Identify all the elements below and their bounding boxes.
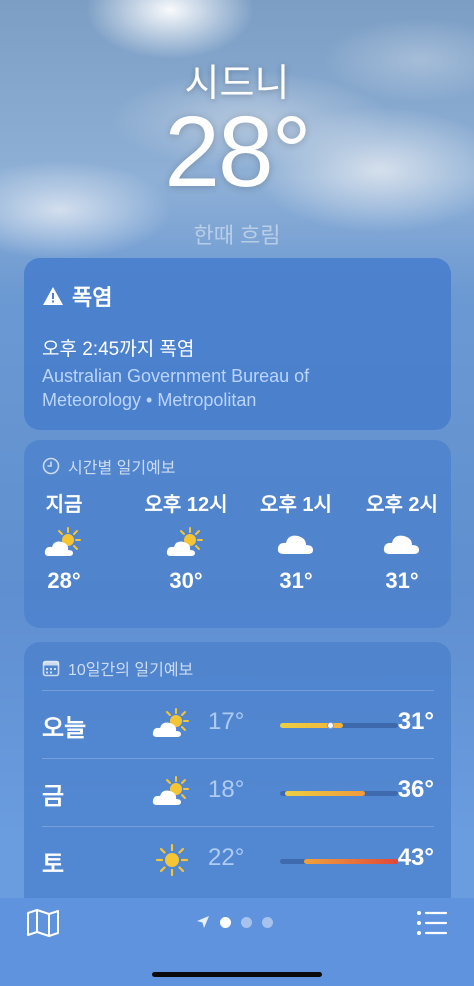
partly-sunny-icon xyxy=(44,527,81,556)
clock-icon xyxy=(42,457,60,475)
page-indicator[interactable] xyxy=(196,914,286,930)
page-dot xyxy=(241,916,252,928)
daily-title: 10일간의 일기예보 xyxy=(68,662,194,679)
alert-source: Australian Government Bureau of Meteorol… xyxy=(42,364,432,412)
row-divider xyxy=(42,826,434,827)
alert-message: 오후 2:45까지 폭염 xyxy=(42,339,195,360)
hour-temp: 31° xyxy=(279,568,313,593)
low-temp: 18° xyxy=(208,776,245,803)
sun-icon xyxy=(155,843,189,877)
high-temp: 43° xyxy=(397,844,434,871)
alert-source-line-1: Australian Government Bureau of xyxy=(42,366,310,386)
partly-sunny-icon xyxy=(166,527,203,556)
day-label: 오늘 xyxy=(42,715,87,742)
weather-alert-card[interactable]: 폭염 오후 2:45까지 폭염 Australian Government Bu… xyxy=(24,258,451,430)
hour-item: 오후 12시 30° xyxy=(136,488,236,594)
hour-time: 지금 xyxy=(45,494,83,516)
hour-time: 오후 12시 xyxy=(144,494,228,516)
temp-range-fill xyxy=(303,859,398,864)
hour-time: 오후 2시 xyxy=(366,494,438,516)
map-icon[interactable] xyxy=(26,908,60,938)
location-arrow-icon xyxy=(197,916,209,928)
low-temp: 22° xyxy=(208,844,245,871)
hour-item: 오후 1시 31° xyxy=(246,488,346,594)
alert-title-text: 폭염 xyxy=(72,285,113,310)
ten-day-forecast-card[interactable]: 10일간의 일기예보 오늘 17° 31° 금 18° 36° 토 22° 43… xyxy=(24,642,451,912)
hourly-title: 시간별 일기예보 xyxy=(68,460,176,477)
hourly-forecast-card[interactable]: 시간별 일기예보 지금 28° 오후 12시 30° 오후 1시 31° 오후 … xyxy=(24,440,451,628)
cloud-icon xyxy=(277,535,313,554)
list-icon[interactable] xyxy=(416,910,448,936)
temp-range-bar xyxy=(280,722,398,729)
day-label: 토 xyxy=(42,851,65,878)
hour-item: 지금 28° xyxy=(24,488,114,594)
row-divider xyxy=(42,758,434,759)
temp-range-bar xyxy=(280,859,398,864)
low-temp: 17° xyxy=(208,708,245,735)
hour-time: 오후 1시 xyxy=(260,494,332,516)
day-row[interactable]: 오늘 17° 31° xyxy=(42,690,434,758)
calendar-icon xyxy=(42,660,60,677)
home-indicator[interactable] xyxy=(152,972,322,977)
page-dot xyxy=(262,916,273,928)
partly-sunny-icon xyxy=(152,708,189,737)
hour-temp: 28° xyxy=(47,568,81,593)
condition-text: 한때 흐림 xyxy=(193,223,281,248)
hour-item: 오후 2시 31° xyxy=(352,488,451,594)
alert-title: 폭염 xyxy=(42,280,112,312)
high-temp: 36° xyxy=(397,776,434,803)
partly-sunny-icon xyxy=(152,776,189,805)
hour-temp: 31° xyxy=(385,568,419,593)
hourly-strip[interactable]: 지금 28° 오후 12시 30° 오후 1시 31° 오후 2시 31° xyxy=(24,488,451,618)
temp-range-bar xyxy=(280,791,398,796)
page-dot-active xyxy=(220,916,231,928)
high-temp: 31° xyxy=(397,708,434,735)
day-row[interactable]: 토 22° 43° xyxy=(42,826,434,894)
warning-triangle-icon xyxy=(43,287,63,305)
day-label: 금 xyxy=(42,783,65,810)
hour-temp: 30° xyxy=(169,568,203,593)
row-divider xyxy=(42,690,434,691)
cloud-icon xyxy=(383,535,419,554)
alert-source-line-2: Meteorology • Metropolitan xyxy=(42,390,257,410)
current-temp-marker xyxy=(326,722,334,729)
daily-header: 10일간의 일기예보 xyxy=(42,656,193,680)
current-temperature: 28° xyxy=(164,96,311,208)
temp-range-fill xyxy=(284,791,365,796)
day-row[interactable]: 금 18° 36° xyxy=(42,758,434,826)
hourly-header: 시간별 일기예보 xyxy=(42,454,176,478)
